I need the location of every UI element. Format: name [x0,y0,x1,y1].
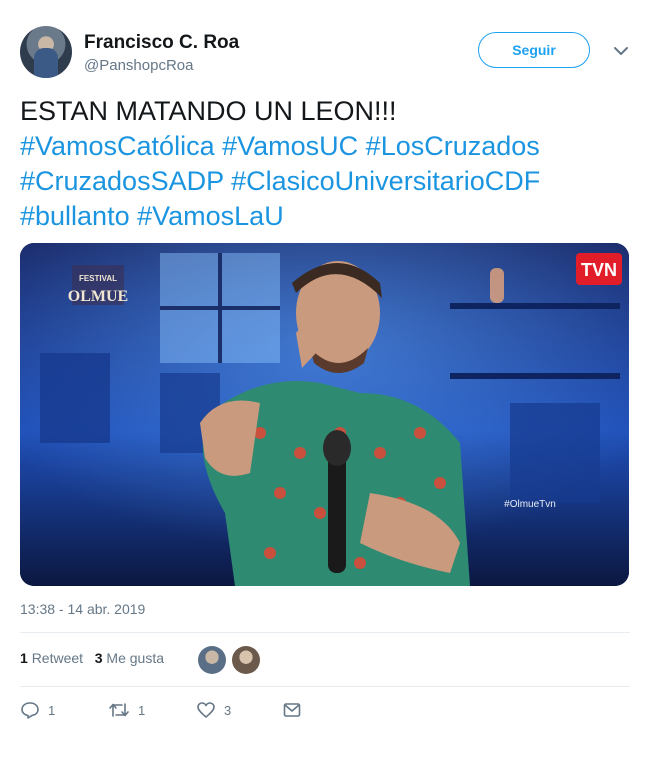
retweet-count: 1 [138,702,146,718]
hashtag-link[interactable]: #LosCruzados [366,131,540,161]
author-handle[interactable]: @PanshopcRoa [84,57,193,74]
hashtag-link[interactable]: #bullanto [20,201,130,231]
mail-icon [283,703,301,717]
hashtag-link[interactable]: #VamosLaU [137,201,284,231]
retweet-button[interactable]: 1 [108,700,145,720]
retweet-icon [109,703,129,717]
watermark-text: #OlmueTvn [504,499,556,510]
hashtag-link[interactable]: #VamosUC [222,131,358,161]
liker-avatar[interactable] [198,646,226,674]
chevron-down-icon[interactable] [610,40,632,62]
tweet-media-image[interactable]: FESTIVAL OLMUE TVN #OlmueTvn [20,243,629,586]
retweets-count[interactable]: 1 [20,650,28,666]
retweets-label[interactable]: Retweet [32,650,83,666]
tweet-stats: 1 Retweet 3 Me gusta [20,650,164,666]
likes-label[interactable]: Me gusta [106,650,164,666]
author-name[interactable]: Francisco C. Roa [84,32,239,54]
likes-count[interactable]: 3 [95,650,103,666]
tweet-text: ESTAN MATANDO UN LEON!!! #VamosCatólica … [20,94,630,234]
tweet-actions: 1 1 3 [20,700,320,724]
hashtag-line-3: #bullanto #VamosLaU [20,199,630,234]
stage-photo: FESTIVAL OLMUE TVN #OlmueTvn [20,243,629,586]
direct-message-button[interactable] [282,700,302,720]
like-count: 3 [224,702,232,718]
divider [20,632,630,633]
heart-icon [197,702,215,718]
avatar-figure [34,48,58,78]
tweet-timestamp[interactable]: 13:38 - 14 abr. 2019 [20,601,145,617]
like-button[interactable]: 3 [196,700,231,720]
reply-icon [21,702,39,719]
tweet-header: Francisco C. Roa @PanshopcRoa Seguir [20,26,632,82]
festival-logo-top: FESTIVAL [79,274,117,283]
hashtag-line-2: #CruzadosSADP #ClasicoUniversitarioCDF [20,164,630,199]
liker-avatar[interactable] [232,646,260,674]
festival-logo-main: OLMUE [68,288,128,305]
channel-badge: TVN [581,260,617,280]
reply-count: 1 [48,702,56,718]
hashtag-link[interactable]: #CruzadosSADP [20,166,224,196]
follow-button[interactable]: Seguir [478,32,590,68]
hashtag-link[interactable]: #VamosCatólica [20,131,215,161]
divider [20,686,630,687]
hashtag-link[interactable]: #ClasicoUniversitarioCDF [231,166,540,196]
author-avatar[interactable] [20,26,72,78]
tweet-body: ESTAN MATANDO UN LEON!!! [20,96,397,126]
reply-button[interactable]: 1 [20,700,55,720]
hashtag-line-1: #VamosCatólica #VamosUC #LosCruzados [20,129,630,164]
